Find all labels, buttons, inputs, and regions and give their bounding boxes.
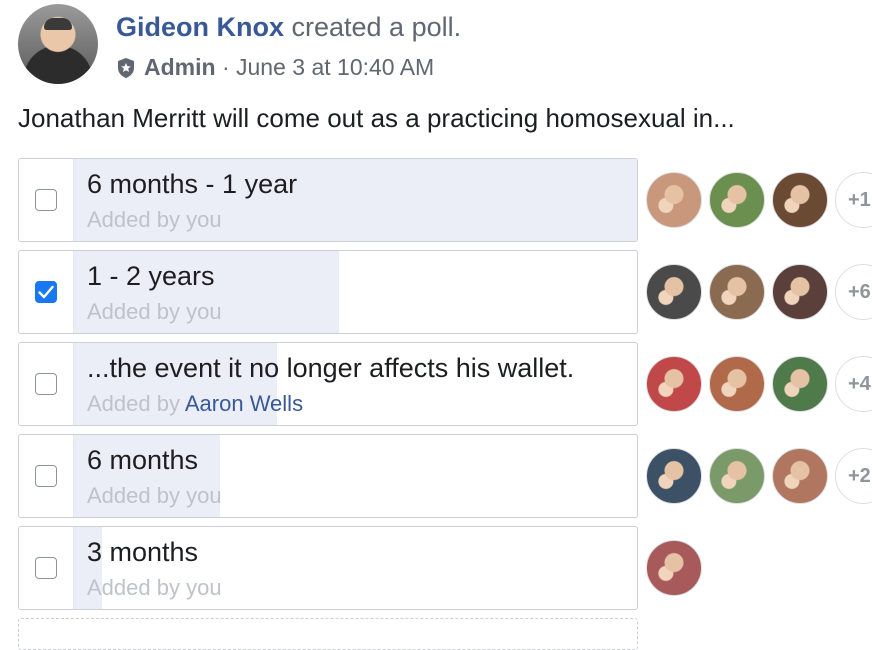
checkbox-cell[interactable] xyxy=(19,159,74,241)
meta-separator: · xyxy=(215,54,237,80)
vote-checkbox[interactable] xyxy=(35,281,57,303)
voter-avatars: +1 xyxy=(646,172,872,228)
added-by-name: you xyxy=(186,483,222,508)
voter-avatar[interactable] xyxy=(646,540,702,596)
checkbox-cell[interactable] xyxy=(19,251,74,333)
voter-avatars xyxy=(646,540,702,596)
add-option-box[interactable] xyxy=(18,618,638,650)
poll-option-label: ...the event it no longer affects his wa… xyxy=(87,353,575,383)
added-by-line: Added by you xyxy=(87,483,222,509)
voter-avatar[interactable] xyxy=(709,356,765,412)
voter-avatar[interactable] xyxy=(646,172,702,228)
poll-option-box[interactable]: 3 months Added by you xyxy=(18,526,638,610)
voter-avatar[interactable] xyxy=(646,264,702,320)
post-meta: Admin · June 3 at 10:40 AM xyxy=(116,54,434,81)
voter-avatars: +4 xyxy=(646,356,872,412)
voter-avatar[interactable] xyxy=(709,448,765,504)
post-timestamp[interactable]: June 3 at 10:40 AM xyxy=(236,54,434,81)
poll-option: 3 months Added by you xyxy=(18,526,872,610)
added-by-name: you xyxy=(186,299,222,324)
added-by-prefix: Added by xyxy=(87,391,185,416)
more-voters-button[interactable]: +1 xyxy=(835,172,872,228)
added-by-user-link[interactable]: Aaron Wells xyxy=(185,391,303,416)
voter-avatars: +2 xyxy=(646,448,872,504)
voter-avatars: +6 xyxy=(646,264,872,320)
poll-option: 1 - 2 years Added by you +6 xyxy=(18,250,872,334)
added-by-line: Added by you xyxy=(87,575,222,601)
checkbox-cell[interactable] xyxy=(19,343,74,425)
added-by-line: Added by you xyxy=(87,207,222,233)
voter-avatar[interactable] xyxy=(709,172,765,228)
added-by-prefix: Added by xyxy=(87,207,187,232)
more-voters-button[interactable]: +4 xyxy=(835,356,872,412)
vote-checkbox[interactable] xyxy=(35,465,57,487)
checkmark-icon xyxy=(38,285,54,299)
poll-option: ...the event it no longer affects his wa… xyxy=(18,342,872,426)
poll-option-label: 1 - 2 years xyxy=(87,261,215,291)
added-by-prefix: Added by xyxy=(87,483,187,508)
added-by-name: you xyxy=(186,207,222,232)
more-voters-button[interactable]: +6 xyxy=(835,264,872,320)
poll-option: 6 months Added by you +2 xyxy=(18,434,872,518)
poll-question: Jonathan Merritt will come out as a prac… xyxy=(18,103,735,133)
voter-avatar[interactable] xyxy=(646,448,702,504)
role-badge-label: Admin xyxy=(144,54,216,80)
more-voters-button[interactable]: +2 xyxy=(835,448,872,504)
voter-avatar[interactable] xyxy=(646,356,702,412)
added-by-prefix: Added by xyxy=(87,299,187,324)
poll-option-box[interactable]: 6 months Added by you xyxy=(18,434,638,518)
voter-avatar[interactable] xyxy=(772,356,828,412)
added-by-name: you xyxy=(186,575,222,600)
voter-avatar[interactable] xyxy=(772,172,828,228)
poll-option-label: 6 months xyxy=(87,445,199,475)
voter-avatar[interactable] xyxy=(709,264,765,320)
author-name-link[interactable]: Gideon Knox xyxy=(116,12,284,42)
poll-option-box[interactable]: 6 months - 1 year Added by you xyxy=(18,158,638,242)
poll-option-box[interactable]: 1 - 2 years Added by you xyxy=(18,250,638,334)
post-header: Gideon Knox created a poll. Admin · June… xyxy=(18,4,872,88)
added-by-prefix: Added by xyxy=(87,575,187,600)
post-action-text: created a poll. xyxy=(284,12,462,42)
post-title-line: Gideon Knox created a poll. xyxy=(116,12,461,43)
vote-checkbox[interactable] xyxy=(35,189,57,211)
checkbox-cell[interactable] xyxy=(19,435,74,517)
vote-checkbox[interactable] xyxy=(35,373,57,395)
added-by-line: Added by you xyxy=(87,299,222,325)
shield-star-icon xyxy=(118,57,134,78)
poll-option-box[interactable]: ...the event it no longer affects his wa… xyxy=(18,342,638,426)
poll-option-label: 6 months - 1 year xyxy=(87,169,298,199)
author-avatar[interactable] xyxy=(18,4,98,84)
voter-avatar[interactable] xyxy=(772,448,828,504)
voter-avatar[interactable] xyxy=(772,264,828,320)
poll-option-label: 3 months xyxy=(87,537,199,567)
vote-checkbox[interactable] xyxy=(35,557,57,579)
poll-option: 6 months - 1 year Added by you +1 xyxy=(18,158,872,242)
added-by-line: Added by Aaron Wells xyxy=(87,391,303,417)
checkbox-cell[interactable] xyxy=(19,527,74,609)
